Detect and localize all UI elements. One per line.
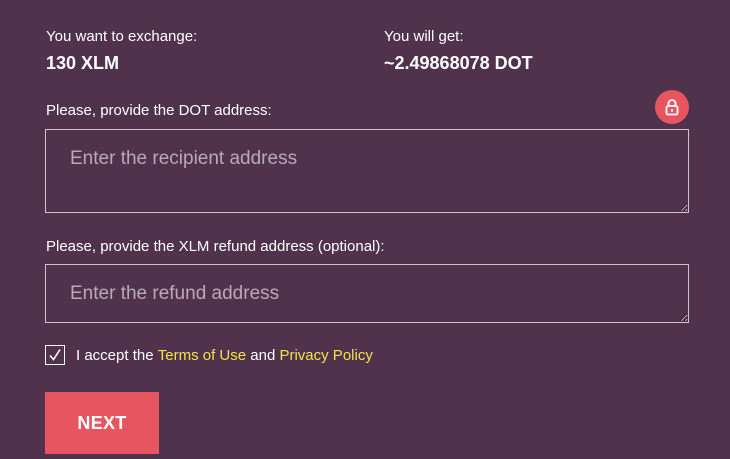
lock-icon [665, 99, 679, 116]
receive-amount: ~2.49868078 DOT [384, 53, 533, 73]
checkmark-icon [49, 349, 61, 361]
exchange-summary: You want to exchange: 130 XLM [46, 28, 197, 74]
exchange-amount: 130 XLM [46, 53, 120, 73]
receive-label: You will get: [384, 28, 464, 45]
terms-of-use-link[interactable]: Terms of Use [158, 347, 246, 364]
refund-address-label: Please, provide the XLM refund address (… [46, 238, 385, 255]
terms-acceptance: I accept the Terms of Use and Privacy Po… [45, 345, 373, 365]
privacy-policy-link[interactable]: Privacy Policy [279, 347, 372, 364]
terms-checkbox[interactable] [45, 345, 65, 365]
receive-summary: You will get: ~2.49868078 DOT [384, 28, 533, 74]
exchange-label: You want to exchange: [46, 28, 198, 45]
terms-prefix-text: I accept the [76, 346, 154, 364]
terms-conjunction-text: and [250, 346, 276, 364]
next-button[interactable]: NEXT [45, 392, 159, 454]
recipient-address-label: Please, provide the DOT address: [46, 102, 272, 119]
exchange-form: You want to exchange: 130 XLM You will g… [0, 0, 730, 459]
recipient-address-input[interactable] [45, 129, 689, 213]
lock-button[interactable] [655, 90, 689, 124]
refund-address-input[interactable] [45, 264, 689, 323]
